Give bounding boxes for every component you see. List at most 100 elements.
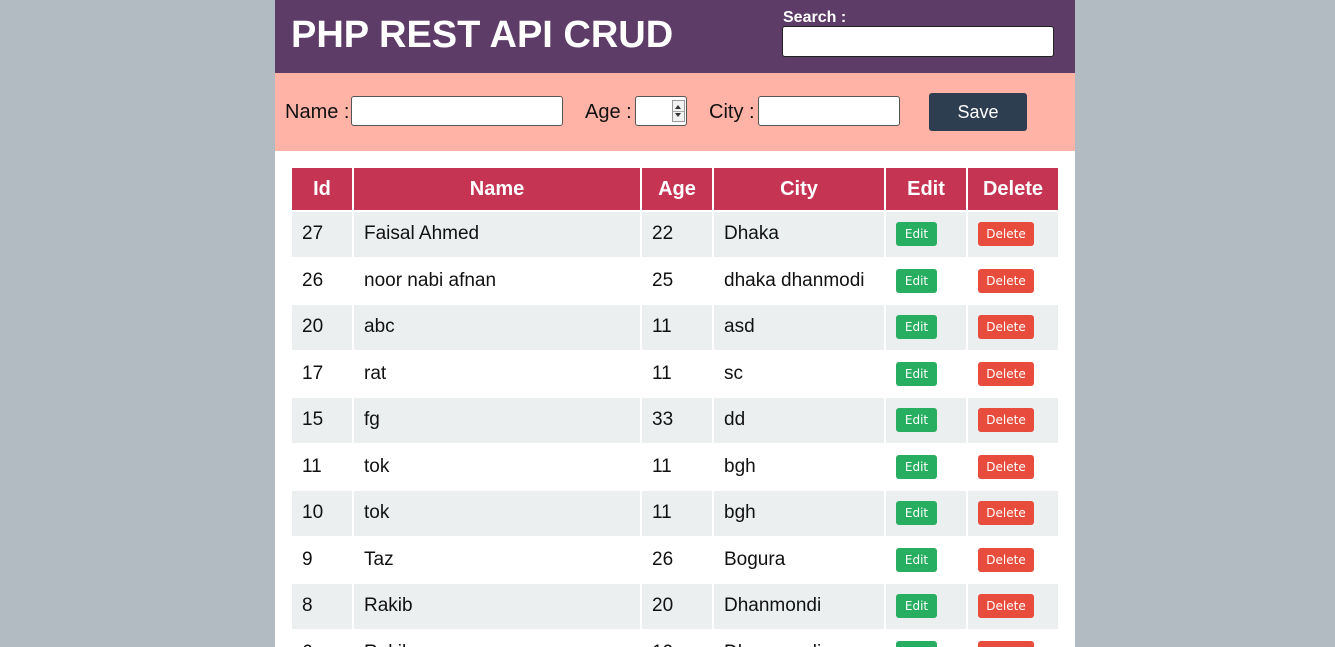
- cell-city: bgh: [714, 491, 884, 536]
- cell-id: 17: [292, 351, 352, 396]
- delete-button[interactable]: Delete: [978, 268, 1034, 293]
- delete-button[interactable]: Delete: [978, 454, 1034, 479]
- cell-delete: Delete: [968, 491, 1058, 536]
- cell-city: bgh: [714, 444, 884, 489]
- records-table: Id Name Age City Edit Delete 27 Faisal Ah…: [290, 166, 1060, 647]
- column-header-edit: Edit: [886, 168, 966, 210]
- cell-edit: Edit: [886, 212, 966, 257]
- cell-id: 15: [292, 398, 352, 443]
- cell-id: 9: [292, 537, 352, 582]
- column-header-city: City: [714, 168, 884, 210]
- name-label: Name :: [285, 101, 350, 123]
- age-stepper[interactable]: [672, 100, 685, 122]
- edit-button[interactable]: Edit: [896, 594, 937, 619]
- delete-button[interactable]: Delete: [978, 640, 1034, 647]
- save-button[interactable]: Save: [929, 93, 1027, 131]
- delete-button[interactable]: Delete: [978, 501, 1034, 526]
- search-input[interactable]: [782, 26, 1054, 57]
- edit-button[interactable]: Edit: [896, 408, 937, 433]
- cell-delete: Delete: [968, 444, 1058, 489]
- cell-id: 6: [292, 630, 352, 647]
- search-label: Search :: [783, 9, 847, 26]
- cell-age: 11: [642, 351, 712, 396]
- cell-name: Faisal Ahmed: [354, 212, 640, 257]
- edit-button[interactable]: Edit: [896, 315, 937, 340]
- cell-delete: Delete: [968, 630, 1058, 647]
- delete-button[interactable]: Delete: [978, 408, 1034, 433]
- cell-edit: Edit: [886, 258, 966, 303]
- cell-city: dd: [714, 398, 884, 443]
- cell-delete: Delete: [968, 258, 1058, 303]
- delete-button[interactable]: Delete: [978, 361, 1034, 386]
- cell-edit: Edit: [886, 444, 966, 489]
- stepper-down-icon[interactable]: [675, 113, 681, 117]
- table-row: 15 fg 33 dd Edit Delete: [292, 398, 1058, 443]
- edit-button[interactable]: Edit: [896, 547, 937, 572]
- table-row: 26 noor nabi afnan 25 dhaka dhanmodi Edit Del…: [292, 258, 1058, 303]
- cell-name: fg: [354, 398, 640, 443]
- cell-name: Taz: [354, 537, 640, 582]
- column-header-age: Age: [642, 168, 712, 210]
- cell-city: asd: [714, 305, 884, 350]
- age-label: Age :: [585, 101, 632, 123]
- cell-name: tok: [354, 444, 640, 489]
- delete-button[interactable]: Delete: [978, 315, 1034, 340]
- age-field[interactable]: [635, 96, 687, 126]
- delete-button[interactable]: Delete: [978, 222, 1034, 247]
- edit-button[interactable]: Edit: [896, 361, 937, 386]
- cell-edit: Edit: [886, 584, 966, 629]
- cell-name: abc: [354, 305, 640, 350]
- cell-age: 22: [642, 212, 712, 257]
- cell-edit: Edit: [886, 491, 966, 536]
- cell-delete: Delete: [968, 351, 1058, 396]
- cell-age: 20: [642, 584, 712, 629]
- cell-delete: Delete: [968, 537, 1058, 582]
- city-field[interactable]: [758, 96, 900, 126]
- table-row: 6Rakib19Dhanmondi Edit Delete: [292, 630, 1058, 647]
- column-header-name: Name: [354, 168, 640, 210]
- edit-button[interactable]: Edit: [896, 640, 937, 647]
- cell-name: Rakib: [354, 584, 640, 629]
- cell-delete: Delete: [968, 212, 1058, 257]
- cell-age: 19: [642, 630, 712, 647]
- page-header: PHP REST API CRUD Search :: [275, 0, 1075, 73]
- city-label: City :: [709, 101, 755, 123]
- cell-age: 11: [642, 444, 712, 489]
- cell-name: noor nabi afnan: [354, 258, 640, 303]
- cell-id: 27: [292, 212, 352, 257]
- edit-button[interactable]: Edit: [896, 222, 937, 247]
- cell-age: 11: [642, 491, 712, 536]
- column-header-id: Id: [292, 168, 352, 210]
- table-row: 20 abc 11 asd Edit Delete: [292, 305, 1058, 350]
- cell-id: 10: [292, 491, 352, 536]
- cell-name: Rakib: [354, 630, 640, 647]
- edit-button[interactable]: Edit: [896, 268, 937, 293]
- cell-edit: Edit: [886, 351, 966, 396]
- cell-city: sc: [714, 351, 884, 396]
- table-header-row: Id Name Age City Edit Delete: [292, 168, 1058, 210]
- table-row: 10 tok 11 bgh Edit Delete: [292, 491, 1058, 536]
- name-field[interactable]: [351, 96, 563, 126]
- cell-city: Dhanmondi: [714, 630, 884, 647]
- cell-edit: Edit: [886, 537, 966, 582]
- table-row: 17 rat 11 sc Edit Delete: [292, 351, 1058, 396]
- cell-name: tok: [354, 491, 640, 536]
- cell-delete: Delete: [968, 584, 1058, 629]
- edit-button[interactable]: Edit: [896, 454, 937, 479]
- edit-button[interactable]: Edit: [896, 501, 937, 526]
- cell-city: Bogura: [714, 537, 884, 582]
- stepper-up-icon[interactable]: [675, 105, 681, 109]
- cell-edit: Edit: [886, 398, 966, 443]
- cell-age: 26: [642, 537, 712, 582]
- cell-id: 26: [292, 258, 352, 303]
- table-row: 11 tok 11 bgh Edit Delete: [292, 444, 1058, 489]
- cell-city: dhaka dhanmodi: [714, 258, 884, 303]
- delete-button[interactable]: Delete: [978, 594, 1034, 619]
- table-row: 8 Rakib 20 Dhanmondi Edit Delete: [292, 584, 1058, 629]
- cell-id: 8: [292, 584, 352, 629]
- delete-button[interactable]: Delete: [978, 547, 1034, 572]
- table-row: 9 Taz 26 Bogura Edit Delete: [292, 537, 1058, 582]
- cell-city: Dhaka: [714, 212, 884, 257]
- table-row: 27 Faisal Ahmed 22 Dhaka Edit Delete: [292, 212, 1058, 257]
- add-record-form: Name : Age : City : Save: [275, 73, 1075, 151]
